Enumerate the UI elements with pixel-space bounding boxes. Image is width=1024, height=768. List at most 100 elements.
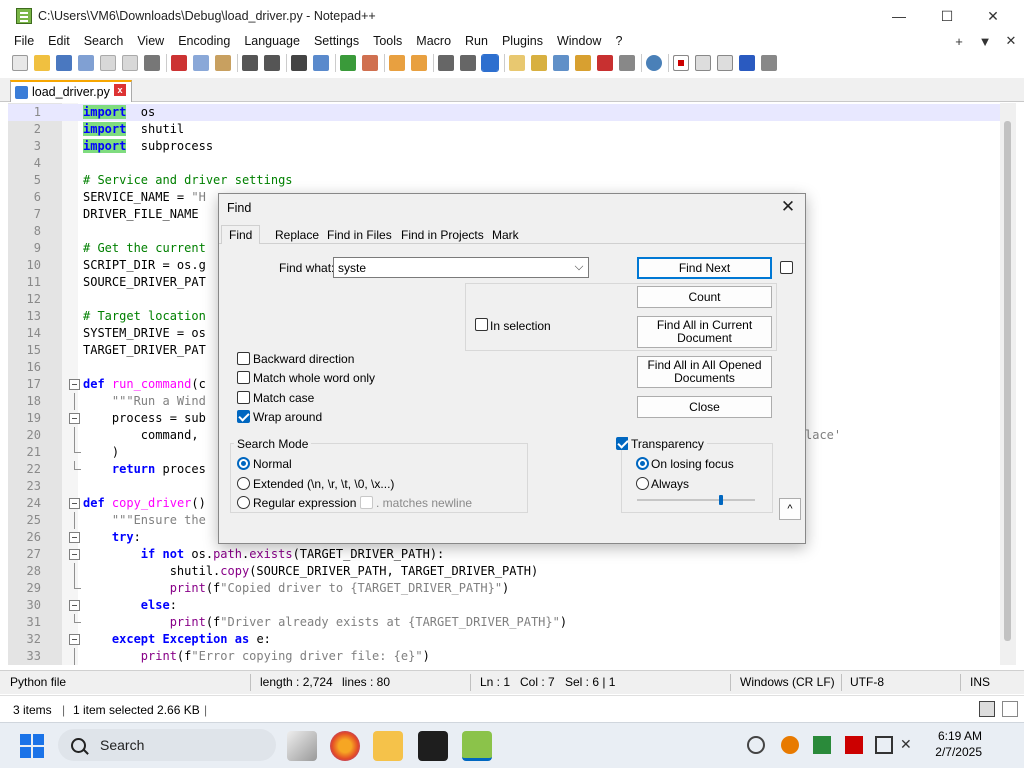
code-line[interactable]: 4 (8, 155, 1000, 172)
code-line[interactable]: 32 except Exception as e: (8, 631, 1000, 648)
clock[interactable]: 6:19 AM 2/7/2025 (930, 728, 982, 760)
notepadpp-taskbar-icon[interactable] (462, 731, 492, 761)
wrap-around-checkbox[interactable] (237, 410, 250, 423)
match-case-checkbox[interactable] (237, 391, 250, 404)
new-tab-plus-button[interactable]: + (946, 34, 972, 49)
sync-vertical-icon[interactable] (389, 55, 405, 71)
menu-search[interactable]: Search (77, 34, 131, 48)
code-line[interactable]: 3 import subprocess (8, 138, 1000, 155)
zoom-out-icon[interactable] (362, 55, 378, 71)
chevron-down-icon[interactable] (574, 261, 584, 271)
backward-direction-checkbox[interactable] (237, 352, 250, 365)
find-all-current-button[interactable]: Find All in Current Document (637, 316, 772, 348)
matches-newline-checkbox[interactable] (360, 496, 373, 509)
collapse-dialog-button[interactable]: ^ (779, 498, 801, 520)
refresh-icon[interactable] (747, 736, 765, 754)
tab-replace[interactable]: Replace (275, 228, 319, 242)
terminal-icon[interactable] (418, 731, 448, 761)
security-shield-icon[interactable] (813, 736, 831, 754)
zoom-in-icon[interactable] (340, 55, 356, 71)
word-wrap-icon[interactable] (438, 55, 454, 71)
menu-plugins[interactable]: Plugins (495, 34, 550, 48)
fold-toggle-icon[interactable] (69, 498, 80, 509)
menu-file[interactable]: File (0, 34, 41, 48)
code-line[interactable]: 5 # Service and driver settings (8, 172, 1000, 189)
start-button[interactable] (20, 734, 44, 758)
fold-toggle-icon[interactable] (69, 600, 80, 611)
slider-knob[interactable] (719, 495, 723, 505)
doc-map-icon[interactable] (531, 55, 547, 71)
code-line[interactable]: 30 else: (8, 597, 1000, 614)
run-macro-multiple-icon[interactable] (739, 55, 755, 71)
search-tool-icon[interactable] (781, 736, 799, 754)
menu-tools[interactable]: Tools (366, 34, 409, 48)
new-file-icon[interactable] (12, 55, 28, 71)
menu-language[interactable]: Language (237, 34, 307, 48)
tab-mark[interactable]: Mark (492, 228, 519, 242)
menu-settings[interactable]: Settings (307, 34, 366, 48)
details-view-icon[interactable] (979, 701, 995, 717)
record-macro-icon[interactable] (673, 55, 689, 71)
code-line[interactable]: 29 print(f"Copied driver to {TARGET_DRIV… (8, 580, 1000, 597)
folder-workspace-icon[interactable] (597, 55, 613, 71)
stop-macro-icon[interactable] (695, 55, 711, 71)
menu-run[interactable]: Run (458, 34, 495, 48)
show-all-chars-icon[interactable] (460, 55, 476, 71)
maximize-button[interactable]: ☐ (924, 0, 970, 32)
function-list-icon[interactable] (575, 55, 591, 71)
file-explorer-icon[interactable] (373, 731, 403, 761)
fold-toggle-icon[interactable] (69, 634, 80, 645)
close-window-button[interactable]: ✕ (970, 0, 1016, 32)
undo-icon[interactable] (242, 55, 258, 71)
fold-toggle-icon[interactable] (69, 532, 80, 543)
sync-horizontal-icon[interactable] (411, 55, 427, 71)
mode-normal-radio[interactable] (237, 457, 250, 470)
fold-toggle-icon[interactable] (69, 413, 80, 424)
indent-guide-icon[interactable] (481, 54, 499, 72)
find-next-button[interactable]: Find Next (637, 257, 772, 279)
tiles-view-icon[interactable] (1002, 701, 1018, 717)
count-button[interactable]: Count (637, 286, 772, 308)
transparency-slider[interactable] (637, 495, 755, 505)
user-language-icon[interactable] (509, 55, 525, 71)
menu-encoding[interactable]: Encoding (171, 34, 237, 48)
mode-regex-radio[interactable] (237, 496, 250, 509)
save-macro-icon[interactable] (761, 55, 777, 71)
monitoring-icon[interactable] (646, 55, 662, 71)
close-file-icon[interactable] (100, 55, 116, 71)
print-icon[interactable] (144, 55, 160, 71)
network-icon[interactable] (875, 736, 893, 754)
code-line[interactable]: 28 shutil.copy(SOURCE_DRIVER_PATH, TARGE… (8, 563, 1000, 580)
tab-close-icon[interactable]: x (114, 84, 126, 96)
code-line[interactable]: 1 import os (8, 104, 1000, 121)
close-document-button[interactable]: ✕ (998, 33, 1024, 49)
copy-icon[interactable] (193, 55, 209, 71)
on-losing-focus-radio[interactable] (636, 457, 649, 470)
always-radio[interactable] (636, 477, 649, 490)
menu-window[interactable]: Window (550, 34, 608, 48)
find-what-input[interactable]: syste (333, 257, 589, 278)
menu-help[interactable]: ? (608, 34, 629, 48)
find-icon[interactable] (291, 55, 307, 71)
open-file-icon[interactable] (34, 55, 50, 71)
project-panel-icon[interactable] (619, 55, 635, 71)
find-next-option-checkbox[interactable] (780, 261, 793, 274)
vertical-scrollbar[interactable] (1000, 103, 1016, 665)
fold-toggle-icon[interactable] (69, 379, 80, 390)
code-line[interactable]: 33 print(f"Error copying driver file: {e… (8, 648, 1000, 665)
match-whole-word-checkbox[interactable] (237, 371, 250, 384)
find-dialog-close-button[interactable]: ✕ (777, 197, 799, 219)
save-all-icon[interactable] (78, 55, 94, 71)
tab-list-dropdown-button[interactable]: ▼ (972, 34, 998, 49)
notification-bell-icon[interactable] (990, 736, 1008, 754)
tab-find-in-files[interactable]: Find in Files (327, 228, 392, 242)
tab-find[interactable]: Find (221, 225, 261, 244)
mode-extended-radio[interactable] (237, 477, 250, 490)
find-all-opened-button[interactable]: Find All in All Opened Documents (637, 356, 772, 388)
tab-load-driver[interactable]: load_driver.py x (10, 80, 132, 102)
code-line[interactable]: 27 if not os.path.exists(TARGET_DRIVER_P… (8, 546, 1000, 563)
replace-icon[interactable] (313, 55, 329, 71)
close-button[interactable]: Close (637, 396, 772, 418)
volume-muted-icon[interactable]: ✕ (900, 736, 918, 754)
scrollbar-thumb[interactable] (1004, 121, 1011, 641)
